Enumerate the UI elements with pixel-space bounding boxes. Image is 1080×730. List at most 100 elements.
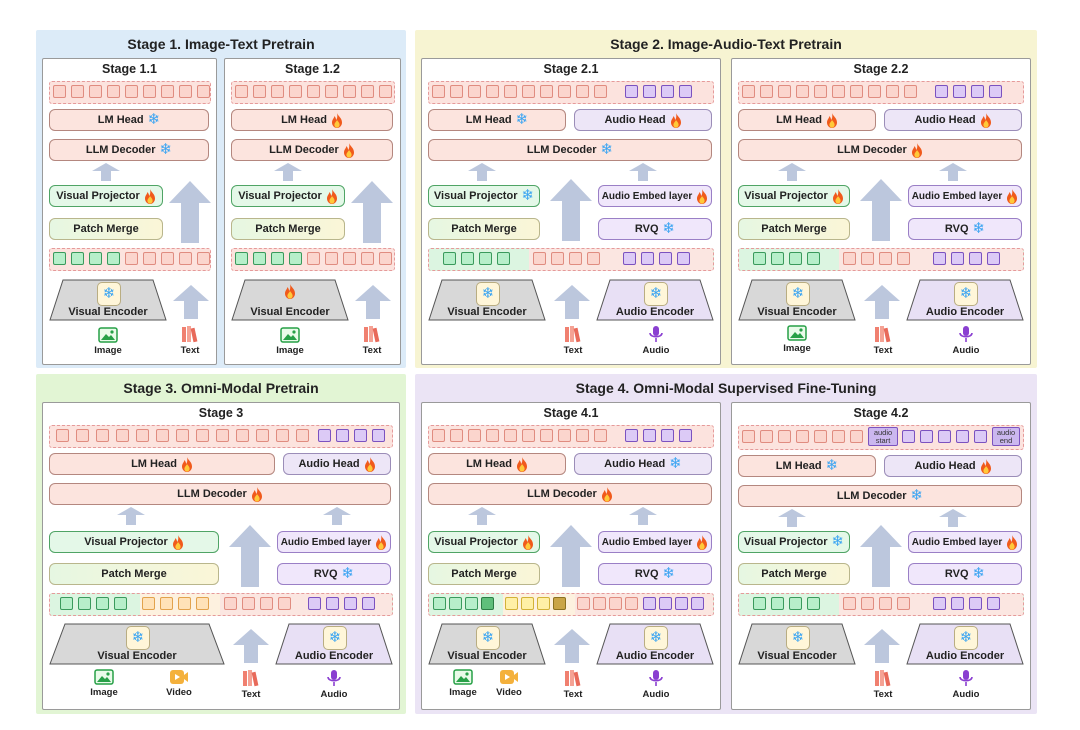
visual-encoder-label: Visual Encoder — [97, 650, 177, 662]
patch-merge-label: Patch Merge — [255, 223, 321, 235]
text-label: Text — [873, 345, 893, 356]
snowflake-icon: ❄ — [126, 626, 150, 650]
llm-decoder-label: LLM Decoder — [527, 488, 597, 500]
up-arrow-icon — [778, 509, 806, 527]
fire-icon — [696, 534, 708, 550]
input-token-row — [49, 248, 211, 271]
stage4-1-panel: Stage 4.1 LM Head Audio Head ❄ LLM Decode… — [421, 402, 721, 710]
image-label: Image — [783, 343, 811, 354]
text-label: Text — [362, 345, 382, 356]
visual-projector: Visual Projector ❄ — [428, 185, 540, 207]
microphone-icon — [649, 670, 663, 686]
fire-icon — [980, 458, 992, 474]
fire-icon — [375, 534, 387, 550]
snowflake-icon: ❄ — [521, 187, 535, 204]
visual-encoder-label: Visual Encoder — [757, 306, 837, 318]
stage1-2-panel: Stage 1.2 LM Head LLM Decoder Visual Pro… — [224, 58, 401, 365]
fire-icon — [326, 188, 338, 204]
llm-decoder-label: LLM Decoder — [526, 144, 597, 156]
visual-projector: Visual Projector — [738, 185, 850, 207]
snowflake-icon: ❄ — [786, 282, 810, 306]
rvq-label: RVQ — [634, 223, 659, 235]
visual-encoder-label: Visual Encoder — [250, 306, 330, 318]
fire-icon — [364, 456, 376, 472]
visual-projector-label: Visual Projector — [433, 190, 518, 202]
up-arrow-icon — [550, 179, 592, 241]
image-icon — [453, 669, 473, 685]
image-input: Image — [265, 327, 315, 356]
audio-encoder: ❄ Audio Encoder — [275, 623, 393, 665]
audio-head: Audio Head — [884, 109, 1022, 131]
audio-label: Audio — [320, 689, 348, 700]
audio-encoder-label: Audio Encoder — [925, 306, 1005, 318]
up-arrow-icon — [939, 163, 967, 181]
video-label: Video — [166, 687, 192, 698]
visual-encoder: ❄ Visual Encoder — [49, 623, 225, 665]
snowflake-icon: ❄ — [341, 565, 355, 582]
input-token-row — [231, 248, 395, 271]
llm-decoder-label: LLM Decoder — [269, 144, 339, 156]
patch-merge-label: Patch Merge — [761, 568, 827, 580]
patch-merge-label: Patch Merge — [73, 223, 139, 235]
audio-head: Audio Head — [574, 109, 712, 131]
snowflake-icon: ❄ — [831, 533, 845, 550]
lm-head-label: LM Head — [97, 114, 144, 126]
text-label: Text — [873, 689, 893, 700]
audio-label: Audio — [642, 689, 670, 700]
fire-icon — [696, 188, 708, 204]
fire-icon — [251, 486, 263, 502]
up-arrow-icon — [860, 179, 902, 241]
fire-icon — [1006, 534, 1018, 550]
stage2-2-panel: Stage 2.2 LM Head Audio Head LLM Decoder… — [731, 58, 1031, 365]
snowflake-icon: ❄ — [323, 626, 347, 650]
visual-encoder-label: Visual Encoder — [68, 306, 148, 318]
output-token-row — [428, 81, 714, 104]
snowflake-icon: ❄ — [669, 455, 682, 472]
audio-head: Audio Head — [283, 453, 391, 475]
visual-encoder: ❄ Visual Encoder — [738, 623, 856, 665]
llm-decoder-label: LLM Decoder — [85, 144, 156, 156]
audio-input: Audio — [631, 325, 681, 356]
audio-end-token: audio end — [992, 427, 1020, 446]
books-icon — [565, 670, 581, 687]
snowflake-icon: ❄ — [147, 111, 161, 128]
audio-start-token: audio start — [868, 427, 898, 446]
panel-title: Stage 2.1 — [543, 62, 599, 76]
snowflake-icon: ❄ — [972, 220, 986, 237]
text-input: Text — [858, 669, 908, 700]
audio-encoder: ❄ Audio Encoder — [906, 623, 1024, 665]
text-label: Text — [563, 345, 583, 356]
up-arrow-icon — [351, 181, 393, 243]
visual-projector: Visual Projector — [49, 185, 163, 207]
patch-merge-label: Patch Merge — [761, 223, 827, 235]
patch-merge: Patch Merge — [738, 563, 850, 585]
llm-decoder: LLM Decoder ❄ — [738, 485, 1022, 507]
panel-title: Stage 4.1 — [543, 406, 599, 420]
visual-encoder: ❄ Visual Encoder — [428, 279, 546, 321]
audio-input: Audio — [309, 669, 359, 700]
image-input: Image — [772, 325, 822, 354]
audio-label: Audio — [952, 345, 980, 356]
fire-icon — [181, 456, 193, 472]
snowflake-icon: ❄ — [954, 282, 978, 306]
llm-decoder: LLM Decoder — [231, 139, 393, 161]
lm-head: LM Head ❄ — [428, 109, 566, 131]
audio-label: Audio — [642, 345, 670, 356]
lm-head: LM Head — [49, 453, 275, 475]
microphone-icon — [649, 326, 663, 342]
input-token-row — [428, 593, 714, 616]
audio-embed-label: Audio Embed layer — [280, 536, 372, 548]
books-icon — [565, 326, 581, 343]
patch-merge-label: Patch Merge — [451, 568, 517, 580]
visual-projector: Visual Projector — [231, 185, 345, 207]
up-arrow-icon — [468, 163, 496, 181]
text-input: Text — [165, 325, 215, 356]
rvq-label: RVQ — [944, 568, 969, 580]
image-label: Image — [276, 345, 304, 356]
lm-head-label: LM Head — [466, 458, 512, 470]
visual-projector-label: Visual Projector — [238, 190, 322, 202]
text-label: Text — [241, 689, 261, 700]
audio-head: Audio Head ❄ — [574, 453, 712, 475]
patch-merge: Patch Merge — [738, 218, 850, 240]
video-input: Video — [154, 669, 204, 698]
